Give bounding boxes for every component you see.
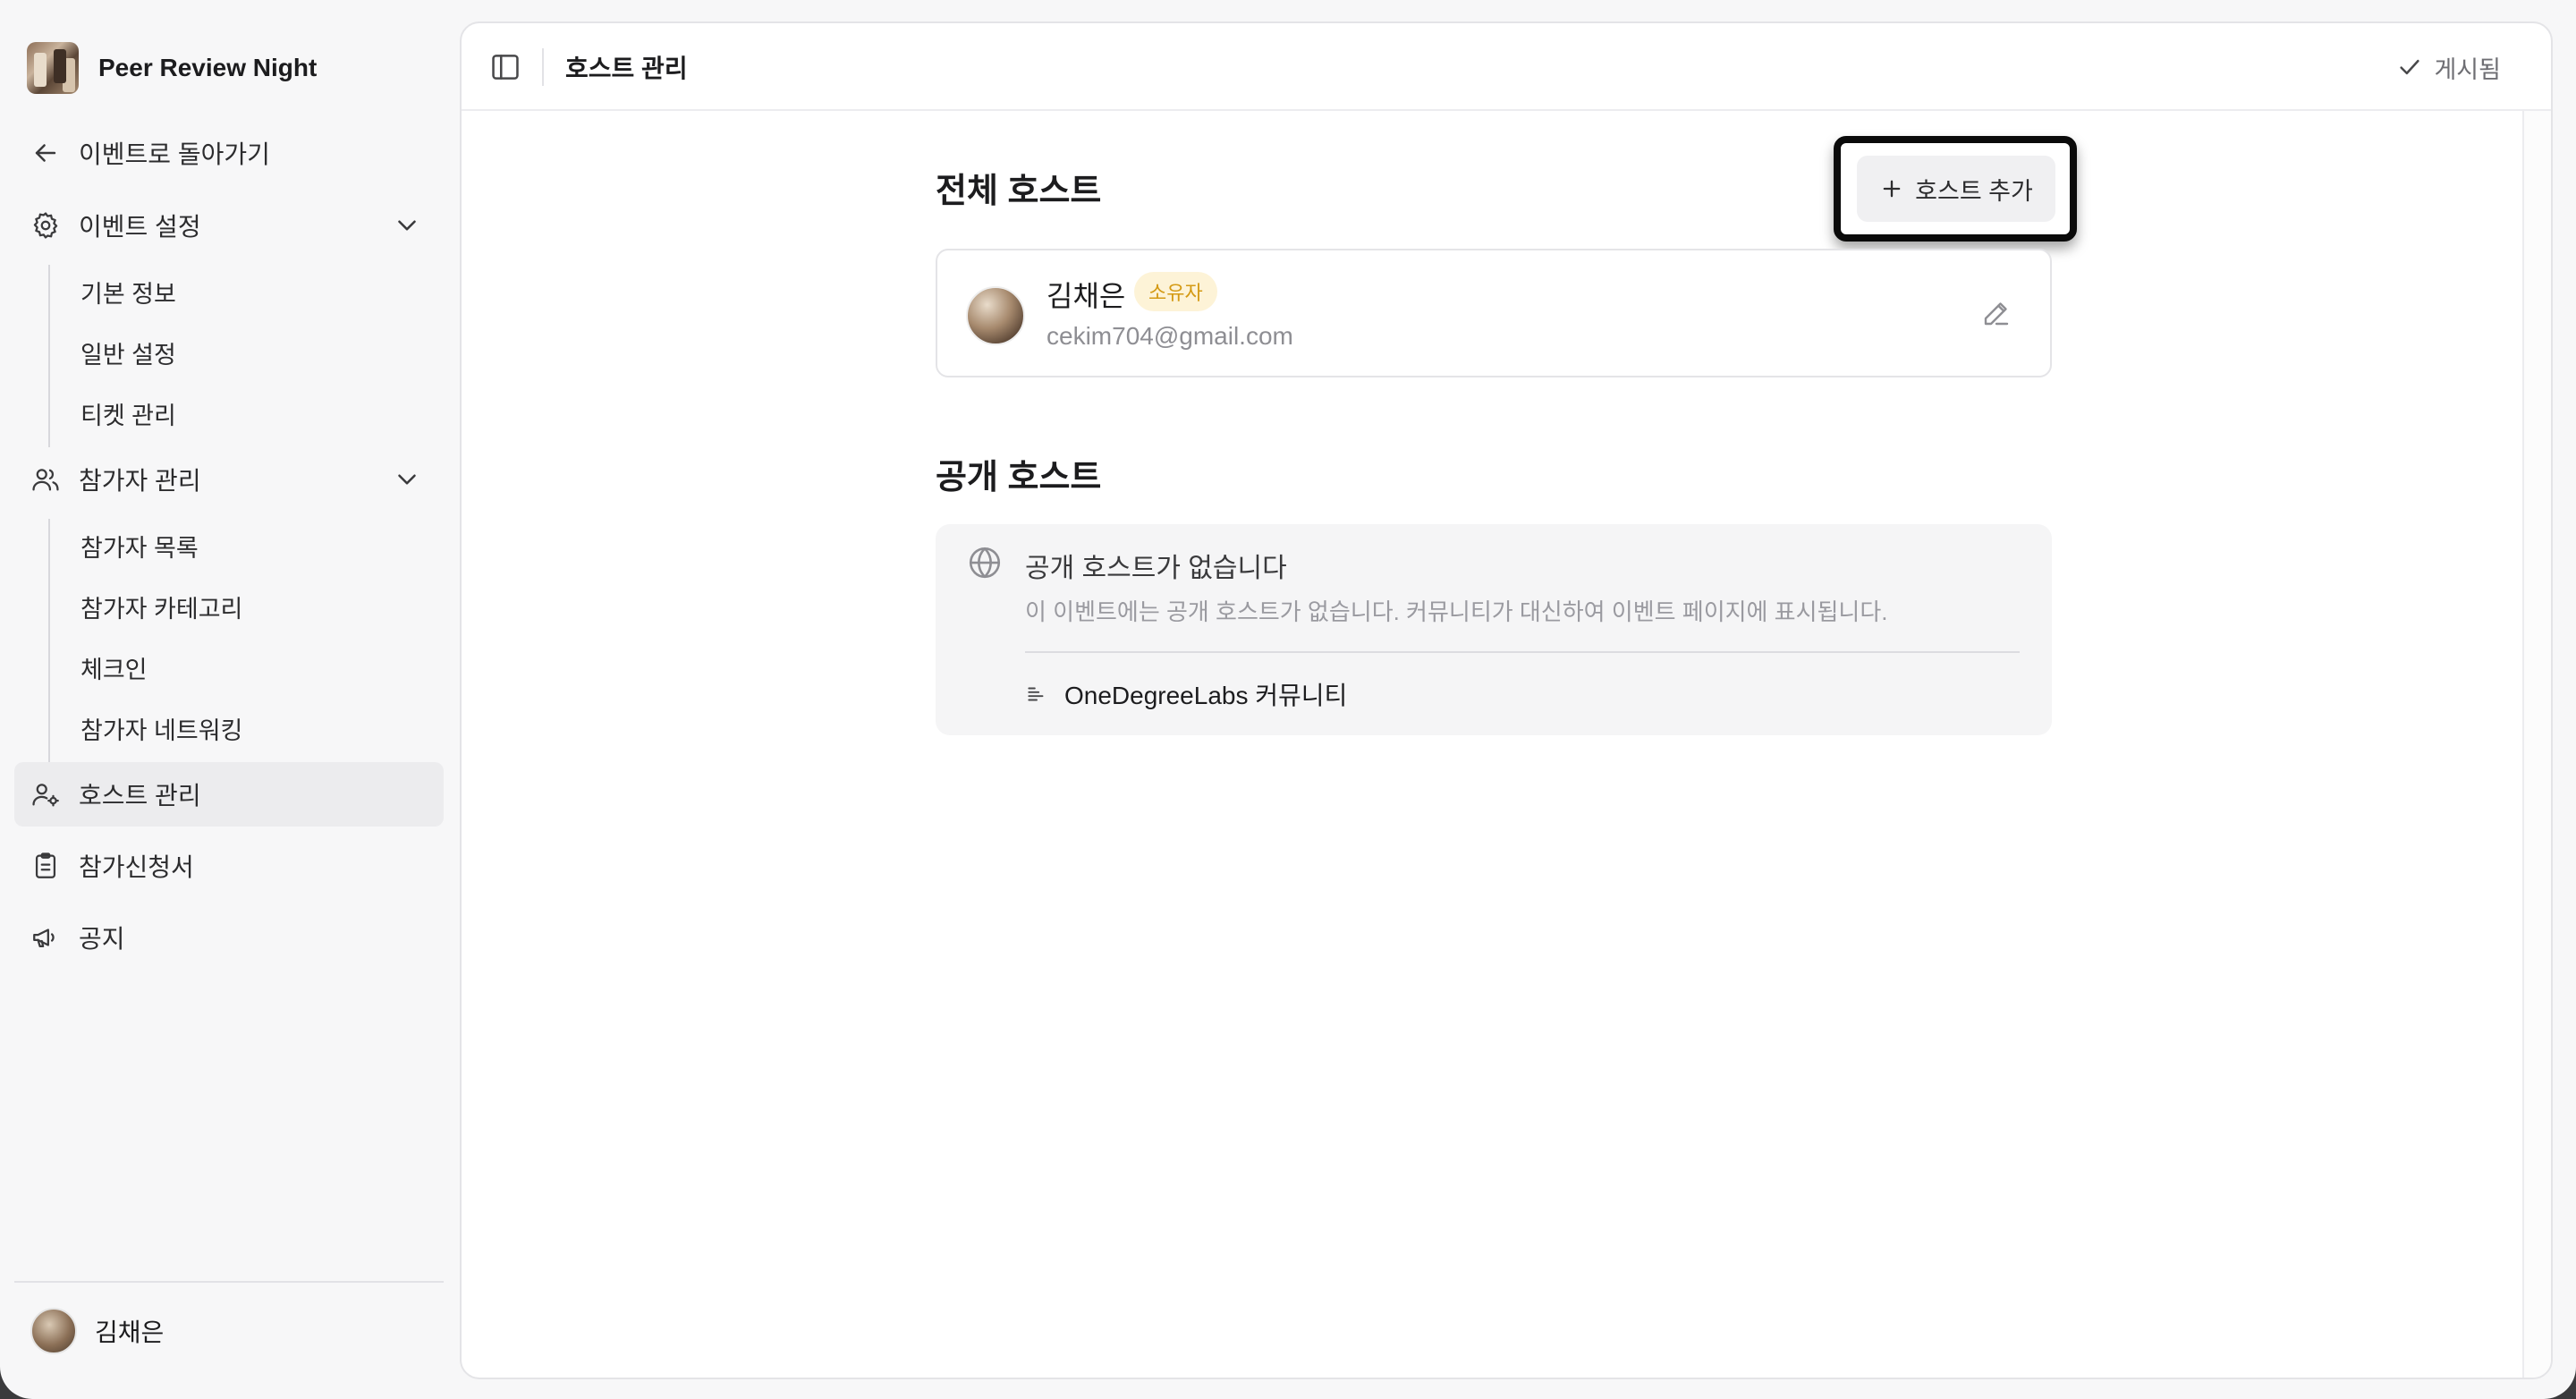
add-host-highlight: 호스트 추가 [1834,136,2077,242]
sidebar-divider [14,1281,444,1283]
chevron-down-icon [398,474,416,485]
app-window: Peer Review Night 이벤트로 돌아가기 이벤트 설정 기본 정보… [0,0,2576,1399]
host-email: cekim704@gmail.com [1046,322,1293,350]
owner-badge: 소유자 [1134,272,1217,311]
page-title: 호스트 관리 [565,55,688,82]
empty-description: 이 이벤트에는 공개 호스트가 없습니다. 커뮤니티가 대신하여 이벤트 페이지… [1025,598,1888,625]
avatar [30,1308,77,1354]
empty-divider [1025,651,2020,653]
submenu-guide [48,265,50,447]
sidebar-toggle-icon[interactable] [488,50,522,84]
sidebar-item-basic-info[interactable]: 기본 정보 [80,265,176,318]
back-to-event-link[interactable]: 이벤트로 돌아가기 [14,121,444,185]
globe-icon [969,547,1001,579]
submenu-guide [48,519,50,762]
host-management-label: 호스트 관리 [79,782,201,810]
community-name: OneDegreeLabs 커뮤니티 [1064,682,1348,709]
check-icon [2400,59,2420,75]
user-name: 김채은 [95,1318,165,1346]
nav-event-settings[interactable]: 이벤트 설정 [14,193,444,258]
nav-notice[interactable]: 공지 [14,905,444,970]
gear-icon [33,212,58,239]
megaphone-icon [33,928,55,948]
users-icon [32,469,59,491]
application-label: 참가신청서 [79,853,194,881]
nav-participants[interactable]: 참가자 관리 [14,447,444,512]
publish-status-label: 게시됨 [2434,55,2501,83]
add-host-button[interactable]: 호스트 추가 [1857,156,2055,222]
host-name: 김채은 [1046,280,1126,312]
topbar-divider [542,48,544,86]
sidebar-item-ticket-management[interactable]: 티켓 관리 [80,386,176,440]
user-profile[interactable]: 김채은 [30,1308,164,1354]
topbar: 호스트 관리 게시됨 [462,23,2551,111]
community-logo-icon [1028,687,1044,701]
sidebar: Peer Review Night 이벤트로 돌아가기 이벤트 설정 기본 정보… [0,0,456,1399]
publish-status[interactable]: 게시됨 [2396,48,2501,86]
empty-title: 공개 호스트가 없습니다 [1025,554,1287,583]
brand-name: Peer Review Night [98,54,318,81]
public-hosts-empty-state: 공개 호스트가 없습니다 이 이벤트에는 공개 호스트가 없습니다. 커뮤니티가… [936,524,2052,735]
public-hosts-title: 공개 호스트 [936,459,1102,496]
nav-host-management[interactable]: 호스트 관리 [14,762,444,827]
sidebar-item-check-in[interactable]: 체크인 [80,640,148,694]
sidebar-item-networking[interactable]: 참가자 네트워킹 [80,701,242,755]
sidebar-item-general-settings[interactable]: 일반 설정 [80,326,176,379]
clipboard-icon [35,852,56,878]
community-item: OneDegreeLabs 커뮤니티 [1025,676,1347,712]
edit-pencil-icon[interactable] [1980,297,2012,329]
user-gear-icon [32,784,59,807]
event-logo [27,42,79,94]
add-host-label: 호스트 추가 [1915,177,2033,205]
all-hosts-title: 전체 호스트 [936,173,1102,210]
scrollbar[interactable] [2522,111,2551,1378]
nav-application-form[interactable]: 참가신청서 [14,834,444,898]
back-label: 이벤트로 돌아가기 [79,140,270,168]
sidebar-item-participant-list[interactable]: 참가자 목록 [80,519,199,572]
arrow-left-icon [35,144,56,162]
main-panel: 호스트 관리 게시됨 전체 호스트 호스트 추가 김채은 소유자 cekim70… [460,21,2553,1379]
participants-label: 참가자 관리 [79,467,201,495]
notice-label: 공지 [79,925,125,953]
avatar [966,286,1025,345]
event-settings-label: 이벤트 설정 [79,213,201,241]
brand[interactable]: Peer Review Night [27,41,317,95]
host-card: 김채은 소유자 cekim704@gmail.com [936,249,2052,377]
chevron-down-icon [398,220,416,231]
plus-icon [1883,180,1901,198]
sidebar-item-participant-category[interactable]: 참가자 카테고리 [80,580,242,633]
